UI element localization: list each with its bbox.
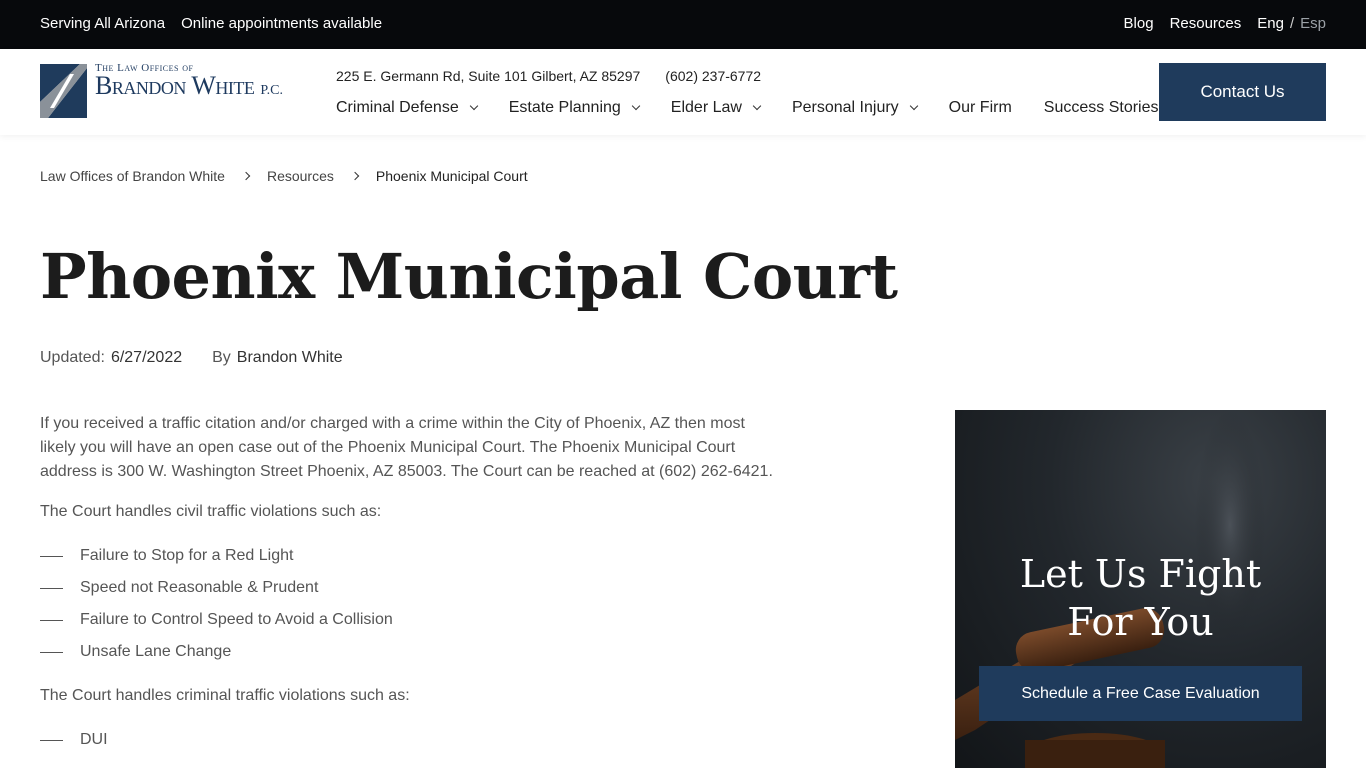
list-item: Failure to Control Speed to Avoid a Coll… [40,604,780,636]
chevron-down-icon [631,101,641,111]
page-title: Phoenix Municipal Court [40,240,898,313]
article-body: If you received a traffic citation and/o… [40,412,780,768]
dash-bullet-icon [40,739,63,741]
language-switcher: Eng / Esp [1257,15,1326,32]
list-item: Unsafe Lane Change [40,636,780,668]
serving-text: Serving All Arizona [40,15,166,32]
logo-pc: P.C. [260,83,283,98]
cta-title-line-2: For You [1067,600,1214,644]
blog-link[interactable]: Blog [1124,15,1154,32]
lang-separator: / [1289,15,1295,32]
updated-label: Updated: [40,349,105,366]
lang-english-link[interactable]: Eng [1257,15,1284,32]
schedule-evaluation-button[interactable]: Schedule a Free Case Evaluation [979,666,1302,721]
list-item-text: Speed not Reasonable & Prudent [80,579,319,596]
dash-bullet-icon [40,555,63,557]
nav-item-label: Elder Law [670,99,742,116]
top-bar: Serving All Arizona Online appointments … [0,0,1366,49]
article-meta: Updated: 6/27/2022 By Brandon White [40,349,343,367]
breadcrumb-resources-link[interactable]: Resources [267,168,334,184]
lang-spanish-link[interactable]: Esp [1300,15,1326,32]
breadcrumb: Law Offices of Brandon White Resources P… [40,168,528,184]
main-nav: Criminal Defense Estate Planning Elder L… [336,99,1159,117]
nav-item-label: Success Stories [1043,99,1159,116]
logo-mark-icon [40,64,87,118]
nav-item-success-stories[interactable]: Success Stories [1044,99,1159,117]
dash-bullet-icon [40,587,63,589]
resources-link[interactable]: Resources [1170,15,1242,32]
updated-meta: Updated: 6/27/2022 [40,349,182,367]
nav-item-label: Our Firm [948,99,1012,116]
list-item-text: DUI [80,731,108,748]
civil-list: Failure to Stop for a Red Light Speed no… [40,540,780,668]
dash-bullet-icon [40,619,63,621]
cta-title-line-1: Let Us Fight [1019,552,1262,596]
office-phone-link[interactable]: (602) 237-6772 [665,68,761,84]
nav-item-label: Personal Injury [791,99,899,116]
list-item-text: Unsafe Lane Change [80,643,232,660]
list-item-text: Failure to Stop for a Red Light [80,547,294,564]
nav-item-personal-injury[interactable]: Personal Injury [791,99,918,117]
chevron-right-icon [350,171,360,181]
nav-item-label: Estate Planning [508,99,621,116]
breadcrumb-current: Phoenix Municipal Court [375,168,528,184]
cta-title: Let Us Fight For You [955,550,1326,646]
list-item: DUI [40,724,780,756]
contact-us-button[interactable]: Contact Us [1159,63,1326,121]
breadcrumb-home-link[interactable]: Law Offices of Brandon White [40,168,225,184]
list-item: Failure to Stop for a Red Light [40,540,780,572]
chevron-right-icon [241,171,251,181]
author-name: Brandon White [236,349,343,366]
intro-paragraph: If you received a traffic citation and/o… [40,415,773,480]
site-header: The Law Offices of Brandon White P.C. 22… [0,49,1366,135]
list-item-text: Failure to Control Speed to Avoid a Coll… [80,611,393,628]
civil-heading: The Court handles civil traffic violatio… [40,503,382,520]
updated-date: 6/27/2022 [110,349,183,366]
header-contact-line: 225 E. Germann Rd, Suite 101 Gilbert, AZ… [336,68,761,84]
nav-item-estate-planning[interactable]: Estate Planning [508,99,641,117]
office-address: 225 E. Germann Rd, Suite 101 Gilbert, AZ… [336,68,641,84]
top-bar-right: Blog Resources Eng / Esp [1124,15,1326,32]
nav-item-elder-law[interactable]: Elder Law [670,99,762,117]
nav-item-label: Criminal Defense [336,99,459,116]
cta-card: Let Us Fight For You Schedule a Free Cas… [955,410,1326,768]
nav-item-criminal-defense[interactable]: Criminal Defense [336,99,478,117]
chevron-down-icon [909,101,918,111]
by-label: By [212,349,231,366]
list-item: Speed not Reasonable & Prudent [40,572,780,604]
criminal-heading: The Court handles criminal traffic viola… [40,687,410,704]
logo-name: Brandon White [95,71,255,100]
chevron-down-icon [752,101,762,111]
online-appointments-text: Online appointments available [181,15,383,32]
dash-bullet-icon [40,651,63,653]
site-logo[interactable]: The Law Offices of Brandon White P.C. [40,62,322,120]
criminal-list: DUI [40,724,780,756]
top-bar-left: Serving All Arizona Online appointments … [40,15,382,32]
logo-big-text: Brandon White P.C. [95,71,283,101]
author-meta: By Brandon White [212,349,343,367]
nav-item-our-firm[interactable]: Our Firm [949,99,1012,117]
chevron-down-icon [469,101,478,111]
